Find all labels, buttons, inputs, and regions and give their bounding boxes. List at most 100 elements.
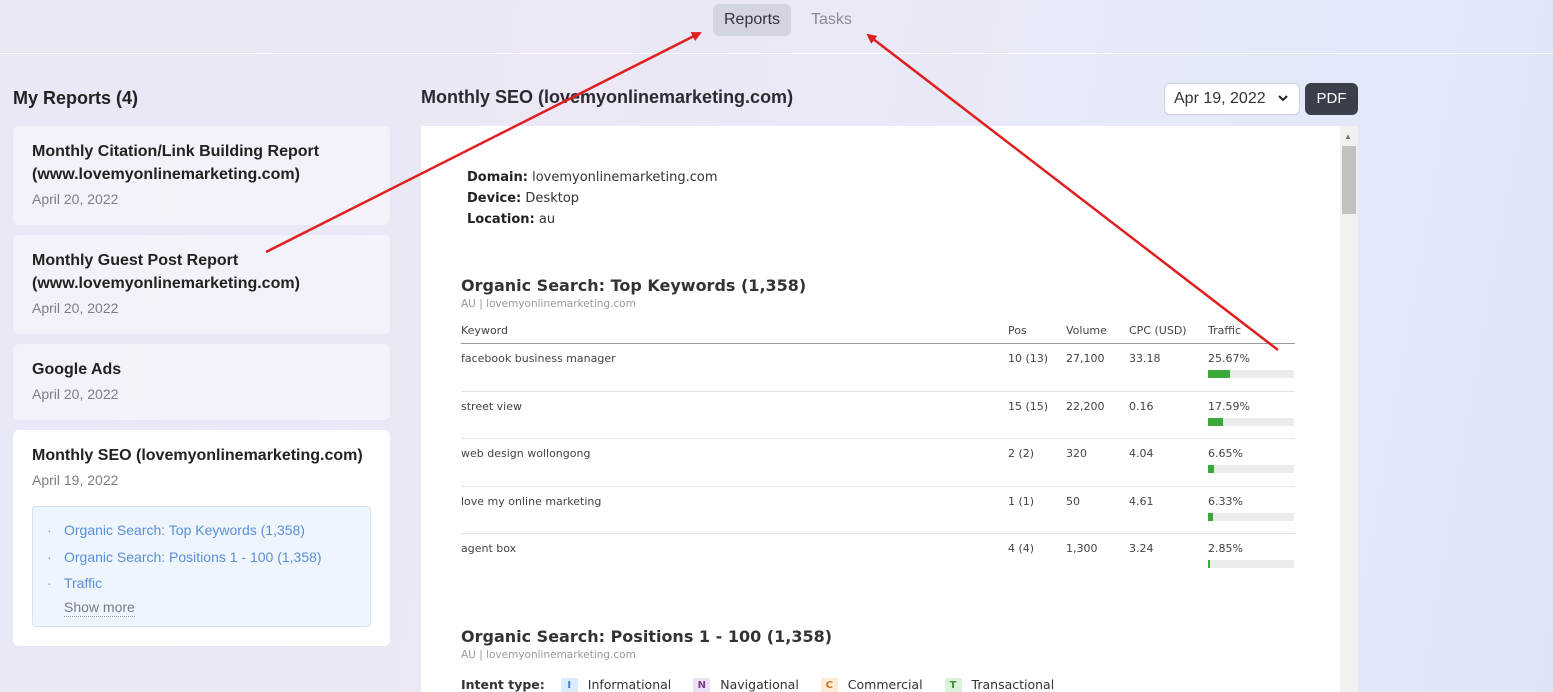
pos-cell: 1 (1) (1008, 494, 1035, 508)
toc-item[interactable]: · Organic Search: Positions 1 - 100 (1,35… (47, 544, 356, 571)
report-card-date: April 20, 2022 (32, 386, 119, 402)
report-card[interactable]: Monthly Guest Post Report (www.lovemyonl… (13, 235, 390, 334)
section-title: Organic Search: Positions 1 - 100 (1,358… (461, 627, 833, 646)
bullet-icon: · (47, 522, 52, 538)
column-header: Traffic (1208, 324, 1242, 337)
date-select[interactable]: Apr 19, 2022 (1164, 83, 1300, 115)
traffic-cell: 25.67% (1208, 352, 1250, 365)
report-card[interactable]: Monthly Citation/Link Building Report (w… (13, 126, 390, 225)
intent-text: Informational (587, 677, 672, 692)
scroll-up-icon[interactable]: ▲ (1344, 132, 1352, 141)
table-row: love my online marketing 1 (1) 50 4.61 6… (461, 487, 1295, 534)
pos-cell: 10 (13) (1008, 352, 1049, 365)
pdf-button[interactable]: PDF (1305, 83, 1358, 115)
pos-cell: 2 (2) (1008, 447, 1035, 460)
tab-reports[interactable]: Reports (713, 4, 792, 36)
column-header: Keyword (461, 324, 508, 337)
sidebar-title: My Reports (4) (13, 88, 139, 108)
column-header: Volume (1066, 324, 1107, 337)
report-card-date: April 20, 2022 (32, 300, 119, 316)
cpc-cell: 4.61 (1129, 494, 1154, 508)
toc-item-label: Traffic (64, 575, 103, 591)
volume-cell: 50 (1066, 494, 1080, 508)
report-card-title: Monthly SEO (lovemyonlinemarketing.com) (32, 447, 363, 464)
traffic-cell: 2.85% (1208, 542, 1243, 555)
toc-item[interactable]: · Organic Search: Top Keywords (1,358) (47, 517, 356, 544)
table-row: agent box 4 (4) 1,300 3.24 2.85% (461, 534, 1295, 582)
section-subtitle: AU | lovemyonlinemarketing.com (461, 649, 636, 661)
cpc-cell: 4.04 (1129, 447, 1154, 460)
intent-text: Commercial (847, 677, 923, 692)
intent-badge-informational: I (560, 678, 578, 692)
device-label: Device: (467, 191, 522, 206)
traffic-bar (1208, 465, 1294, 473)
report-card-date: April 19, 2022 (32, 472, 119, 488)
keyword-cell: web design wollongong (461, 447, 591, 460)
volume-cell: 1,300 (1066, 542, 1098, 555)
cpc-cell: 33.18 (1129, 352, 1161, 365)
toc-item-label: Organic Search: Top Keywords (1,358) (64, 522, 305, 538)
intent-label: Intent type: (461, 677, 545, 692)
traffic-cell: 6.65% (1208, 447, 1243, 460)
report-card-title: Monthly Citation/Link Building Report (w… (32, 143, 320, 183)
keywords-table: Keyword Pos Volume CPC (USD) Traffic fac… (461, 321, 1295, 582)
keyword-cell: facebook business manager (461, 352, 616, 365)
volume-cell: 320 (1066, 447, 1087, 460)
bullet-icon: · (47, 575, 52, 591)
bullet-icon: · (47, 548, 52, 565)
top-nav: Reports Tasks (0, 0, 1553, 54)
section-title: Organic Search: Top Keywords (1,358) (461, 276, 807, 295)
report-card-date: April 20, 2022 (32, 191, 119, 207)
intent-badge-commercial: C (820, 678, 838, 692)
volume-cell: 27,100 (1066, 352, 1105, 365)
tab-tasks[interactable]: Tasks (800, 4, 863, 36)
report-card-title: Google Ads (32, 361, 122, 378)
cpc-cell: 3.24 (1129, 542, 1154, 555)
scrollbar[interactable]: ▲ (1340, 126, 1358, 692)
column-header: CPC (USD) (1129, 324, 1187, 337)
section-subtitle: AU | lovemyonlinemarketing.com (461, 298, 636, 310)
report-toc: · Organic Search: Top Keywords (1,358) · O… (32, 506, 371, 627)
intent-text: Navigational (720, 677, 799, 692)
date-select-value: Apr 19, 2022 (1174, 90, 1266, 107)
chevron-down-icon (1277, 84, 1289, 124)
domain-value: lovemyonlinemarketing.com (532, 170, 718, 185)
report-meta: Domain: lovemyonlinemarketing.com Device… (467, 167, 718, 230)
toc-item[interactable]: · Traffic (47, 570, 356, 597)
report-card[interactable]: Google Ads April 20, 2022 (13, 344, 390, 420)
device-value: Desktop (525, 191, 580, 206)
traffic-bar-fill (1208, 370, 1231, 378)
traffic-bar (1208, 560, 1294, 568)
traffic-bar (1208, 417, 1294, 426)
traffic-bar-fill (1208, 417, 1224, 426)
report-card-selected[interactable]: Monthly SEO (lovemyonlinemarketing.com) … (13, 430, 390, 646)
traffic-bar (1208, 370, 1294, 378)
volume-cell: 22,200 (1066, 399, 1105, 413)
intent-badge-transactional: T (944, 678, 962, 692)
column-header: Pos (1008, 324, 1027, 337)
table-header: Keyword Pos Volume CPC (USD) Traffic (461, 321, 1295, 344)
intent-text: Transactional (971, 677, 1055, 692)
keyword-cell: love my online marketing (461, 494, 602, 508)
intent-badge-navigational: N (693, 678, 711, 692)
toc-item-label: Organic Search: Positions 1 - 100 (1,358… (64, 548, 322, 565)
traffic-cell: 17.59% (1208, 399, 1250, 413)
domain-label: Domain: (467, 170, 528, 185)
pos-cell: 15 (15) (1008, 399, 1049, 413)
report-card-title: Monthly Guest Post Report (www.lovemyonl… (32, 252, 300, 292)
keyword-cell: agent box (461, 542, 517, 555)
keyword-cell: street view (461, 399, 522, 413)
traffic-bar (1208, 512, 1294, 521)
intent-legend: Intent type: I Informational N Navigationa… (461, 677, 1072, 692)
traffic-bar-fill (1208, 465, 1214, 473)
page-title: Monthly SEO (lovemyonlinemarketing.com) (421, 87, 794, 107)
pos-cell: 4 (4) (1008, 542, 1035, 555)
table-row: web design wollongong 2 (2) 320 4.04 6.6… (461, 439, 1295, 487)
traffic-cell: 6.33% (1208, 494, 1243, 508)
location-value: au (538, 212, 556, 227)
table-row: facebook business manager 10 (13) 27,100… (461, 344, 1295, 392)
location-label: Location: (467, 212, 535, 227)
cpc-cell: 0.16 (1129, 399, 1154, 413)
scroll-thumb[interactable] (1342, 146, 1356, 214)
show-more-link[interactable]: Show more (64, 599, 135, 617)
